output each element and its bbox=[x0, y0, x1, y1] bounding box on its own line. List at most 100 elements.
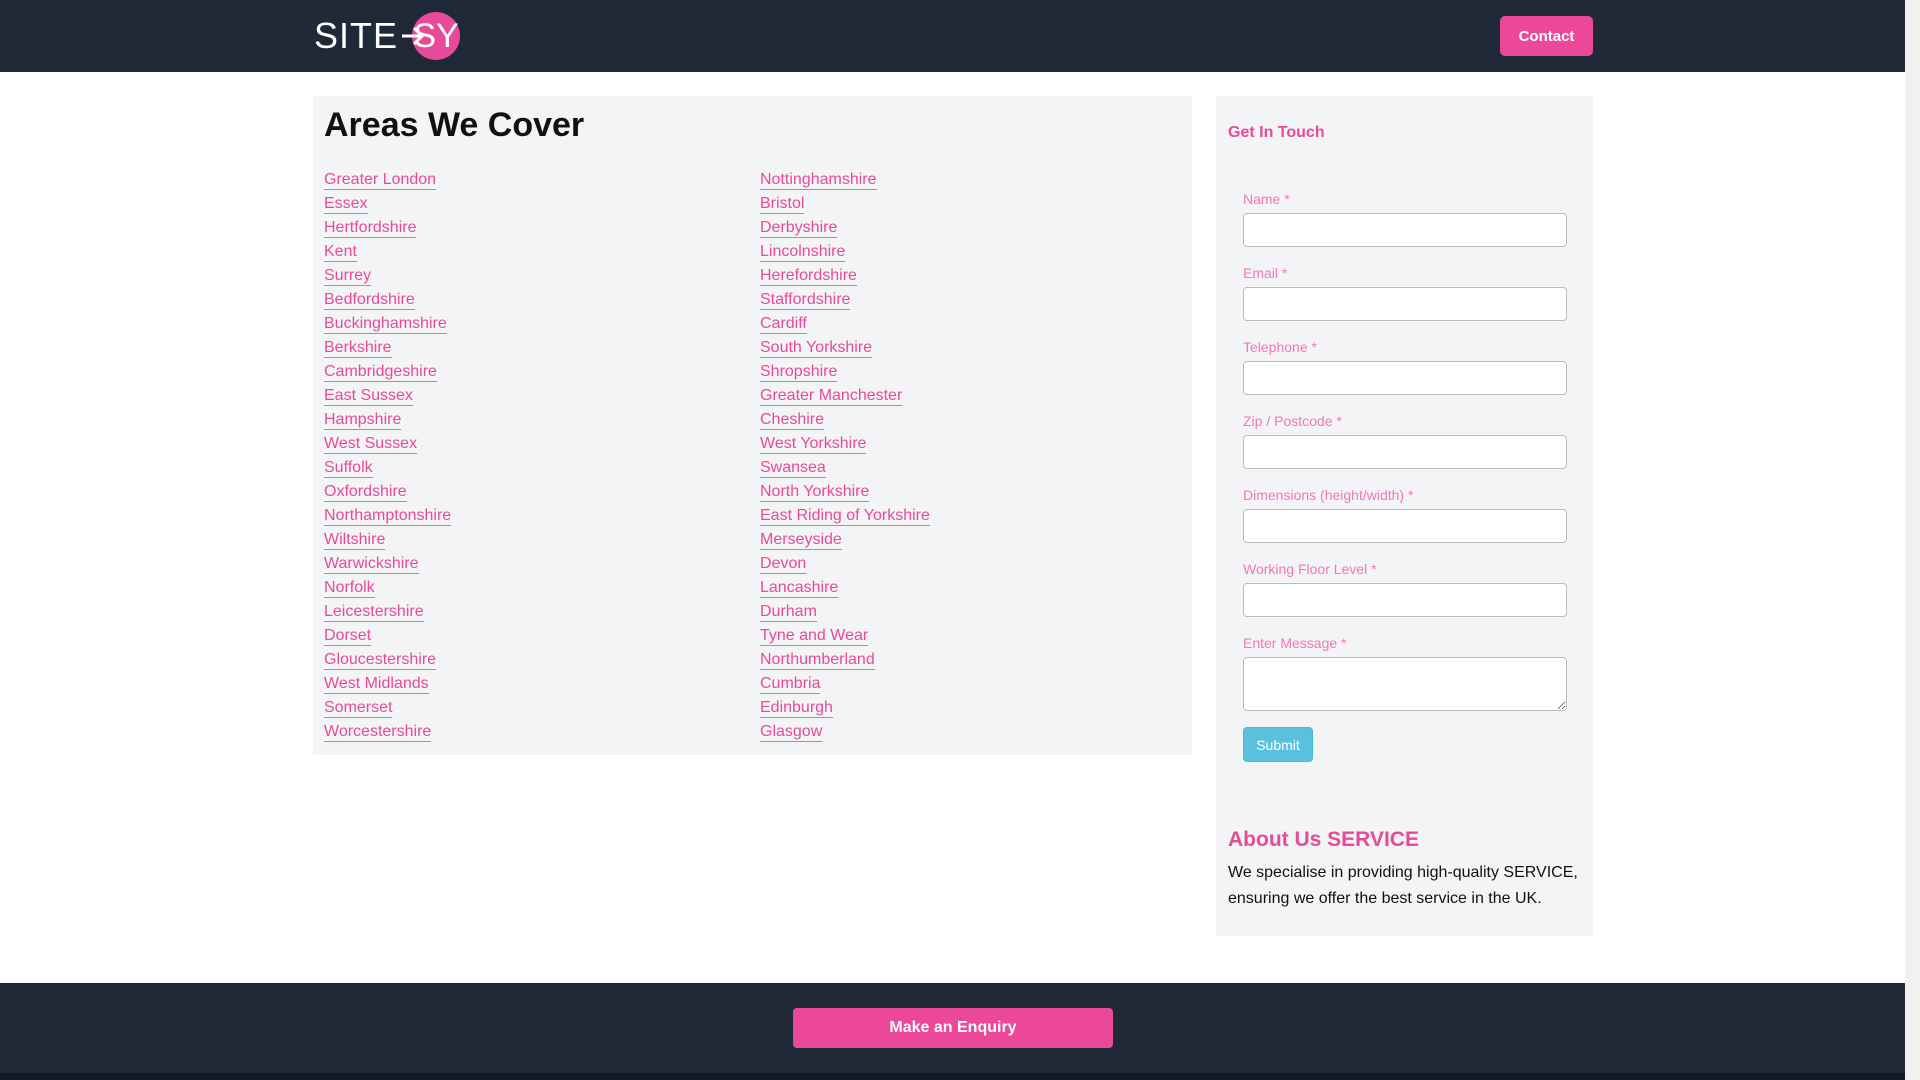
area-link[interactable]: Buckinghamshire bbox=[324, 315, 447, 334]
make-enquiry-button[interactable]: Make an Enquiry bbox=[793, 1008, 1113, 1048]
area-list-item: Norfolk bbox=[324, 576, 451, 600]
area-list-item: Suffolk bbox=[324, 456, 451, 480]
area-list-item: Essex bbox=[324, 192, 451, 216]
area-link[interactable]: Suffolk bbox=[324, 459, 373, 478]
areas-list-left: Greater London Essex Hertfordshire Kent Surr… bbox=[324, 168, 452, 744]
postcode-input[interactable] bbox=[1243, 435, 1567, 469]
area-link[interactable]: Cumbria bbox=[760, 675, 821, 694]
area-link[interactable]: Oxfordshire bbox=[324, 483, 407, 502]
area-list-item: West Yorkshire bbox=[760, 432, 930, 456]
area-link[interactable]: Dorset bbox=[324, 627, 372, 646]
area-link[interactable]: Worcestershire bbox=[324, 723, 432, 742]
site-logo[interactable]: SITE SY bbox=[314, 10, 461, 62]
area-list-item: Dorset bbox=[324, 624, 451, 648]
area-link[interactable]: Nottinghamshire bbox=[760, 171, 877, 190]
contact-button[interactable]: Contact bbox=[1500, 16, 1593, 56]
area-link[interactable]: Hampshire bbox=[324, 411, 402, 430]
area-list-item: Warwickshire bbox=[324, 552, 451, 576]
area-link[interactable]: North Yorkshire bbox=[760, 483, 870, 502]
area-list-item: Gloucestershire bbox=[324, 648, 451, 672]
area-link[interactable]: Kent bbox=[324, 243, 357, 262]
area-link[interactable]: Edinburgh bbox=[760, 699, 833, 718]
name-field-group: Name * bbox=[1243, 191, 1567, 265]
area-link[interactable]: Warwickshire bbox=[324, 555, 419, 574]
area-link[interactable]: Tyne and Wear bbox=[760, 627, 869, 646]
arrow-right-icon bbox=[402, 26, 425, 46]
area-link[interactable]: Somerset bbox=[324, 699, 393, 718]
area-link[interactable]: West Yorkshire bbox=[760, 435, 867, 454]
area-link[interactable]: Staffordshire bbox=[760, 291, 851, 310]
area-link[interactable]: Cambridgeshire bbox=[324, 363, 437, 382]
area-link[interactable]: Shropshire bbox=[760, 363, 838, 382]
area-list-item: Hertfordshire bbox=[324, 216, 451, 240]
area-link[interactable]: West Midlands bbox=[324, 675, 429, 694]
area-list-item: Cheshire bbox=[760, 408, 930, 432]
area-link[interactable]: Lancashire bbox=[760, 579, 839, 598]
email-label: Email * bbox=[1243, 265, 1288, 281]
area-link[interactable]: Swansea bbox=[760, 459, 826, 478]
area-list-item: Worcestershire bbox=[324, 720, 451, 744]
area-link[interactable]: Northamptonshire bbox=[324, 507, 452, 526]
area-link[interactable]: South Yorkshire bbox=[760, 339, 873, 358]
area-link[interactable]: West Sussex bbox=[324, 435, 418, 454]
area-link[interactable]: Surrey bbox=[324, 267, 372, 286]
area-link[interactable]: Durham bbox=[760, 603, 817, 622]
area-link[interactable]: Derbyshire bbox=[760, 219, 838, 238]
floor-input[interactable] bbox=[1243, 583, 1567, 617]
area-list-item: West Sussex bbox=[324, 432, 451, 456]
area-link[interactable]: Greater London bbox=[324, 171, 437, 190]
area-list-item: Staffordshire bbox=[760, 288, 930, 312]
area-list-item: East Sussex bbox=[324, 384, 451, 408]
area-list-item: Northumberland bbox=[760, 648, 930, 672]
telephone-label: Telephone * bbox=[1243, 339, 1317, 355]
dimensions-input[interactable] bbox=[1243, 509, 1567, 543]
telephone-input[interactable] bbox=[1243, 361, 1567, 395]
area-link[interactable]: Norfolk bbox=[324, 579, 375, 598]
area-link[interactable]: Wiltshire bbox=[324, 531, 386, 550]
area-link[interactable]: Bedfordshire bbox=[324, 291, 415, 310]
page-scrollbar[interactable] bbox=[1905, 0, 1920, 1080]
floor-field-group: Working Floor Level * bbox=[1243, 561, 1567, 635]
areas-list-right: Nottinghamshire Bristol Derbyshire Lincolns… bbox=[760, 168, 930, 744]
message-textarea[interactable] bbox=[1243, 657, 1567, 711]
area-link[interactable]: Herefordshire bbox=[760, 267, 857, 286]
submit-button[interactable]: Submit bbox=[1243, 727, 1313, 762]
area-link[interactable]: Cheshire bbox=[760, 411, 825, 430]
name-label: Name * bbox=[1243, 191, 1290, 207]
area-list-item: Durham bbox=[760, 600, 930, 624]
area-link[interactable]: Greater Manchester bbox=[760, 387, 903, 406]
sidebar: Get In Touch Name * Email * Telephone * … bbox=[1216, 96, 1593, 936]
area-link[interactable]: Gloucestershire bbox=[324, 651, 437, 670]
top-navbar: SITE SY Contact bbox=[0, 0, 1905, 72]
about-text: We specialise in providing high-quality … bbox=[1228, 864, 1578, 907]
area-list-item: Lancashire bbox=[760, 576, 930, 600]
area-link[interactable]: Essex bbox=[324, 195, 368, 214]
area-link[interactable]: Hertfordshire bbox=[324, 219, 417, 238]
area-link[interactable]: Merseyside bbox=[760, 531, 842, 550]
area-list-item: Edinburgh bbox=[760, 696, 930, 720]
area-link[interactable]: East Riding of Yorkshire bbox=[760, 507, 930, 526]
area-link[interactable]: Leicestershire bbox=[324, 603, 424, 622]
area-link[interactable]: Northumberland bbox=[760, 651, 875, 670]
area-link[interactable]: Devon bbox=[760, 555, 807, 574]
email-input[interactable] bbox=[1243, 287, 1567, 321]
area-list-item: Derbyshire bbox=[760, 216, 930, 240]
area-link[interactable]: Lincolnshire bbox=[760, 243, 846, 262]
area-list-item: Lincolnshire bbox=[760, 240, 930, 264]
area-link[interactable]: Bristol bbox=[760, 195, 805, 214]
area-link[interactable]: Glasgow bbox=[760, 723, 823, 742]
area-list-item: Somerset bbox=[324, 696, 451, 720]
area-link[interactable]: East Sussex bbox=[324, 387, 413, 406]
area-list-item: Bedfordshire bbox=[324, 288, 451, 312]
area-list-item: Surrey bbox=[324, 264, 451, 288]
area-list-item: Swansea bbox=[760, 456, 930, 480]
area-link[interactable]: Berkshire bbox=[324, 339, 392, 358]
area-list-item: Herefordshire bbox=[760, 264, 930, 288]
name-input[interactable] bbox=[1243, 213, 1567, 247]
area-link[interactable]: Cardiff bbox=[760, 315, 807, 334]
area-list-item: Bristol bbox=[760, 192, 930, 216]
area-list-item: South Yorkshire bbox=[760, 336, 930, 360]
areas-title: Areas We Cover bbox=[324, 106, 585, 144]
area-list-item: Berkshire bbox=[324, 336, 451, 360]
area-list-item: Tyne and Wear bbox=[760, 624, 930, 648]
